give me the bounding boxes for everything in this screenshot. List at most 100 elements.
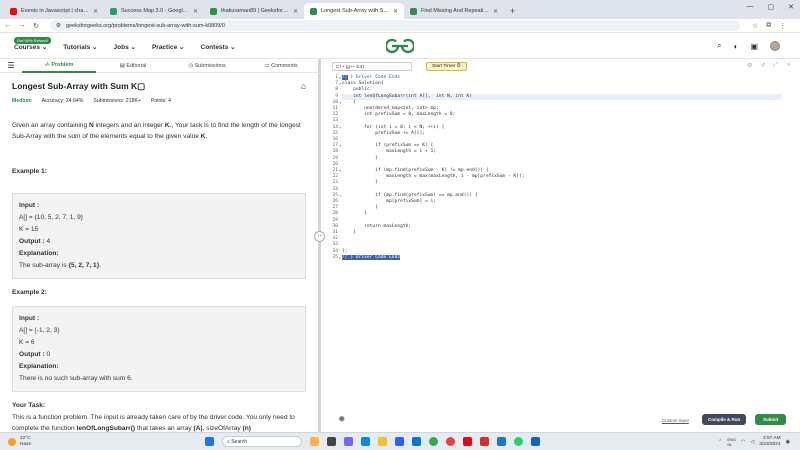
- teams-icon[interactable]: [344, 437, 353, 446]
- site-header: Get 90% Refund! Courses ⌄ Tutorials ⌄ Jobs…: [0, 33, 800, 59]
- line-number: 35: [332, 254, 338, 260]
- minimize-icon[interactable]: —: [747, 3, 754, 11]
- code-editor[interactable]: 1 ▸// } Driver Code Ends 7 ▾ class Solution{…: [322, 73, 800, 409]
- close-tab-icon[interactable]: ✕: [493, 8, 498, 15]
- points: Points: 4: [150, 98, 172, 104]
- site-menu-item[interactable]: Practice ⌄: [152, 43, 185, 51]
- submissions-count: Submissions: 218K+: [93, 98, 141, 104]
- windows-start-icon[interactable]: [205, 437, 214, 446]
- gfg-logo[interactable]: [386, 38, 414, 54]
- address-bar[interactable]: ⚙ geeksforgeeks.org/problems/longest-sub…: [50, 20, 740, 31]
- start-timer-button[interactable]: Start Timer ⏱: [426, 61, 467, 71]
- problem-meta: Medium Accuracy: 24.64% Submissions: 218…: [12, 98, 306, 104]
- code-app-icon[interactable]: [497, 437, 506, 446]
- close-tab-icon[interactable]: ✕: [293, 8, 298, 15]
- tab-title: Longest Sub-Array with Sum K: [321, 8, 389, 14]
- editor-settings-icon[interactable]: ⚙: [747, 62, 752, 69]
- tab-title: Events in Javascript | chai aur Ja: [21, 8, 89, 14]
- back-icon[interactable]: ←: [4, 22, 12, 29]
- panel-splitter[interactable]: [318, 59, 321, 432]
- example2-box: Input : A[] = {-1, 2, 3} K = 6 Output : …: [12, 306, 306, 392]
- tray-chevron-icon[interactable]: ⌃: [718, 439, 722, 445]
- opera-icon[interactable]: [446, 437, 455, 446]
- close-tab-icon[interactable]: ✕: [393, 8, 398, 15]
- notification-icon[interactable]: ▣: [750, 42, 758, 51]
- tab-comments[interactable]: ▭ Comments: [244, 63, 318, 69]
- theme-toggle-icon[interactable]: ◐: [734, 42, 739, 51]
- tab-submissions[interactable]: ◷ Submissions: [170, 63, 244, 69]
- browser-tab[interactable]: thakuraman89 | GeeksforGeeks ✕: [204, 3, 304, 19]
- code-line: prefixSum += A[i];: [342, 130, 425, 136]
- whatsapp-icon[interactable]: [514, 437, 523, 446]
- browser-tab[interactable]: Find Missing And Repeating | Pr ✕: [404, 3, 504, 19]
- code-line: }: [342, 211, 367, 217]
- language-select[interactable]: C++ (g++ 5.4): [332, 61, 412, 71]
- site-menu-item[interactable]: Contests ⌄: [201, 43, 236, 51]
- browser-tab[interactable]: Events in Javascript | chai aur Ja ✕: [4, 3, 104, 19]
- avatar[interactable]: [770, 41, 780, 51]
- linkedin-icon[interactable]: [531, 437, 540, 446]
- close-tab-icon[interactable]: ✕: [93, 8, 98, 15]
- hamburger-menu-icon[interactable]: ☰: [0, 61, 22, 70]
- weather-widget[interactable]: 22°C Haze: [8, 436, 31, 447]
- reload-icon[interactable]: ↻: [32, 22, 40, 30]
- taskbar-search[interactable]: ⌕ Search: [222, 436, 302, 447]
- browser-tab[interactable]: Success Map 3.0 - Google Sheets ✕: [104, 3, 204, 19]
- address-bar-row: ← → ↻ ⚙ geeksforgeeks.org/problems/longe…: [0, 19, 800, 33]
- extensions-icon[interactable]: ⧉: [766, 22, 771, 30]
- chrome-icon[interactable]: [429, 437, 438, 446]
- new-tab-icon[interactable]: +: [504, 3, 521, 19]
- custom-input-link[interactable]: Custom Input: [662, 418, 689, 423]
- wifi-icon[interactable]: ◠: [741, 439, 745, 445]
- site-menu-item[interactable]: Courses ⌄: [14, 43, 47, 51]
- file-explorer-icon[interactable]: [378, 437, 387, 446]
- close-window-icon[interactable]: ✕: [788, 3, 794, 11]
- problem-description: Given an array containing N integers and…: [12, 122, 301, 140]
- maximize-icon[interactable]: ▢: [768, 3, 775, 11]
- submit-button[interactable]: Submit: [755, 414, 787, 425]
- browser-tab[interactable]: Longest Sub-Array with Sum K ✕: [304, 3, 404, 19]
- site-menu-item[interactable]: Tutorials ⌄: [63, 43, 97, 51]
- store-icon[interactable]: [395, 437, 404, 446]
- netflix-icon[interactable]: [463, 437, 472, 446]
- company-tags-icon[interactable]: ⌂: [301, 81, 306, 92]
- notification-bell-icon[interactable]: ◉: [786, 439, 790, 445]
- close-tab-icon[interactable]: ✕: [193, 8, 198, 15]
- settings-gear-icon[interactable]: ✹: [338, 414, 346, 425]
- example1-box: Input : A[] = {10, 5, 2, 7, 1, 9} K = 15…: [12, 193, 306, 279]
- mail-icon[interactable]: [412, 437, 421, 446]
- compile-run-button[interactable]: Compile & Run: [702, 414, 747, 425]
- problem-panel: Longest Sub-Array with Sum K▢ ⌂ Medium A…: [0, 74, 318, 432]
- reset-code-icon[interactable]: ↺: [761, 62, 766, 69]
- task-view-icon[interactable]: [327, 437, 336, 446]
- search-icon[interactable]: ⌕: [717, 41, 721, 51]
- editor-bottom-bar: ✹ Custom Input Compile & Run Submit: [322, 409, 800, 432]
- code-line: int lenOfLongSubarr(int A[], int N, int …: [342, 93, 782, 100]
- theme-icon[interactable]: ◑: [786, 62, 790, 69]
- accuracy: Accuracy: 24.64%: [41, 98, 84, 104]
- tab-title: Find Missing And Repeating | Pr: [421, 8, 489, 14]
- window-controls: — ▢ ✕: [747, 3, 795, 11]
- clock[interactable]: 2:57 AM 3/23/2024: [759, 436, 780, 447]
- example1-heading: Example 1:: [12, 168, 47, 175]
- edge-icon[interactable]: [361, 437, 370, 446]
- forward-icon[interactable]: →: [18, 22, 26, 29]
- site-menu: Courses ⌄ Tutorials ⌄ Jobs ⌄ Practice ⌄ Cont…: [14, 43, 236, 51]
- problem-tabs: ☰ ‹/› Problem ▤ Editorial ◷ Submissions …: [0, 59, 318, 73]
- code-line: int prefixSum = 0, maxLength = 0;: [342, 112, 456, 118]
- fullscreen-icon[interactable]: ⤢: [774, 62, 779, 69]
- site-menu-item[interactable]: Jobs ⌄: [114, 43, 136, 51]
- tab-problem[interactable]: ‹/› Problem: [22, 59, 96, 73]
- tab-favicon-icon: [310, 7, 317, 15]
- tab-editorial[interactable]: ▤ Editorial: [96, 63, 170, 69]
- video-app-icon[interactable]: [480, 437, 489, 446]
- code-line: }: [342, 180, 378, 186]
- site-info-icon[interactable]: ⚙: [56, 23, 61, 29]
- windows-taskbar: 22°C Haze ⌕ Search ⌃ ENG IN ◠ ◁ 2:57 AM 3/…: [0, 432, 800, 450]
- language-indicator[interactable]: ENG IN: [727, 437, 736, 447]
- widget-icon[interactable]: [310, 437, 319, 446]
- volume-icon[interactable]: ◁: [750, 439, 754, 445]
- profile-menu-icon[interactable]: ⋮: [779, 22, 786, 30]
- tab-favicon-icon: [210, 7, 217, 15]
- bookmark-star-icon[interactable]: ☆: [752, 22, 758, 30]
